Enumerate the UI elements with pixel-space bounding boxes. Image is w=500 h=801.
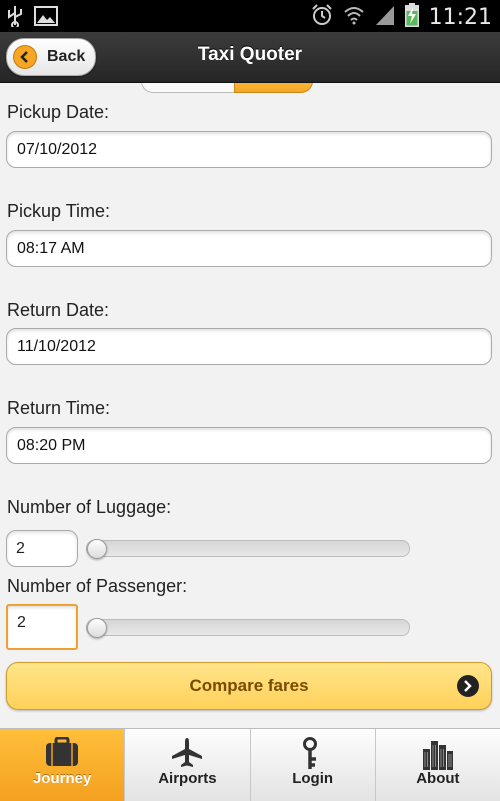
image-icon (34, 6, 58, 31)
page-title: Taxi Quoter (197, 44, 303, 65)
return-time-label: Return Time: (7, 398, 111, 418)
pickup-date-input[interactable]: 07/10/2012 (6, 131, 492, 168)
tab-airports[interactable]: Airports (125, 729, 251, 801)
chevron-right-icon (457, 675, 479, 697)
wifi-icon (343, 5, 365, 30)
return-time-input[interactable]: 08:20 PM (6, 427, 492, 464)
luggage-label: Number of Luggage: (7, 497, 172, 517)
luggage-slider-handle[interactable] (87, 539, 107, 559)
pickup-date-label: Pickup Date: (7, 102, 110, 122)
luggage-slider-track[interactable] (86, 540, 410, 557)
tab-about[interactable]: About (375, 729, 500, 801)
passenger-input[interactable]: 2 (6, 604, 78, 650)
segmented-control (141, 83, 313, 93)
airplane-icon (170, 737, 204, 774)
luggage-input[interactable]: 2 (6, 530, 78, 567)
pickup-time-label: Pickup Time: (7, 201, 111, 221)
passenger-slider-handle[interactable] (87, 618, 107, 638)
passenger-label: Number of Passenger: (7, 576, 188, 596)
suitcase-icon (44, 736, 80, 772)
pickup-time-input[interactable]: 08:17 AM (6, 230, 492, 267)
signal-icon (375, 4, 395, 31)
status-bar: 11:21 (0, 0, 500, 32)
alarm-icon (311, 4, 333, 31)
compare-fares-button[interactable]: Compare fares (6, 662, 492, 710)
passenger-slider-track[interactable] (86, 619, 410, 636)
tab-journey[interactable]: Journey (0, 729, 126, 801)
tab-login[interactable]: Login (250, 729, 376, 801)
clock-time: 11:21 (428, 5, 492, 30)
segment-option-left[interactable] (141, 83, 235, 93)
segment-option-right-selected[interactable] (234, 83, 313, 93)
header-bar: Back Taxi Quoter (0, 32, 500, 83)
journey-form: Pickup Date: 07/10/2012 Pickup Time: 08:… (0, 83, 500, 728)
tab-airports-label: Airports (158, 770, 217, 787)
return-date-label: Return Date: (7, 300, 110, 320)
tab-login-label: Login (292, 770, 334, 787)
tab-journey-label: Journey (32, 770, 92, 787)
tab-about-label: About (416, 770, 460, 787)
usb-icon (6, 5, 24, 32)
compare-fares-label: Compare fares (189, 676, 309, 695)
bottom-tab-bar: Journey Airports Login About (0, 728, 500, 801)
return-date-input[interactable]: 11/10/2012 (6, 328, 492, 365)
battery-charging-icon (404, 3, 419, 32)
